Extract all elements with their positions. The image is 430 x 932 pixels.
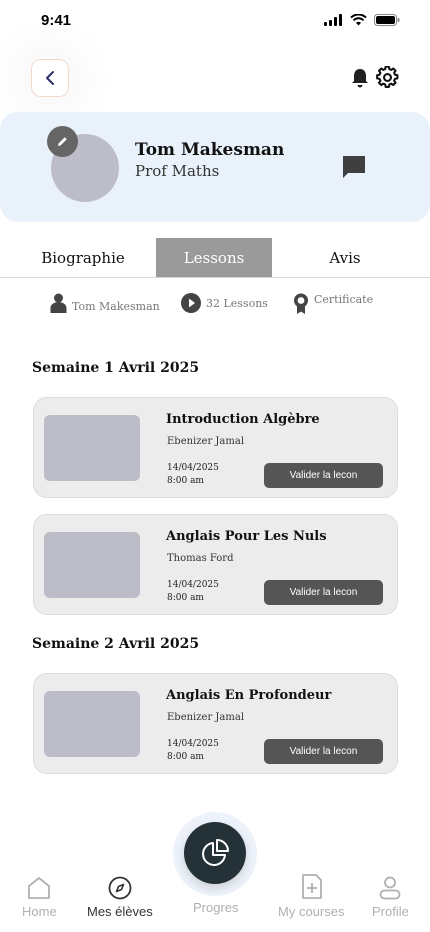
meta-certificate-label: Certificate [314,292,374,306]
home-icon [28,877,51,899]
meta-lessons-label: 32 Lessons [206,296,268,310]
lesson-datetime: 14/04/2025 8:00 am [167,579,219,605]
chevron-left-icon [46,71,54,85]
lesson-title: Introduction Algèbre [166,412,320,427]
status-time: 9:41 [41,12,72,29]
lesson-date: 14/04/2025 [167,739,219,749]
meta-lessons: 32 Lessons [181,293,268,313]
nav-mes-eleves-label: Mes élèves [87,904,153,919]
lesson-thumbnail [44,532,140,598]
lesson-thumbnail [44,415,140,481]
signal-icon [324,14,342,26]
nav-profile[interactable]: Profile [372,872,409,919]
lesson-title: Anglais En Profondeur [166,688,332,703]
meta-teacher: Tom Makesman [50,293,160,313]
lesson-time: 8:00 am [167,752,204,762]
lesson-date: 14/04/2025 [167,463,219,473]
profile-name: Tom Makesman [135,140,285,160]
compass-icon [108,876,132,900]
tab-bar: Biographie Lessons Avis [0,238,430,278]
back-button[interactable] [31,59,69,97]
lesson-time: 8:00 am [167,476,204,486]
gear-icon[interactable] [376,66,399,89]
validate-lesson-button[interactable]: Valider la lecon [264,463,383,488]
user-icon [380,876,401,900]
lesson-datetime: 14/04/2025 8:00 am [167,738,219,764]
lesson-thumbnail [44,691,140,757]
lesson-card[interactable]: Anglais Pour Les Nuls Thomas Ford 14/04/… [33,514,398,615]
bell-icon[interactable] [349,67,371,89]
nav-progres[interactable]: Progres [193,900,239,915]
pie-chart-icon [202,839,229,866]
nav-progres-label: Progres [193,900,239,915]
lesson-time: 8:00 am [167,593,204,603]
meta-teacher-label: Tom Makesman [72,299,160,313]
lesson-teacher: Ebenizer Jamal [167,712,245,723]
nav-mes-eleves[interactable]: Mes élèves [87,872,153,919]
meta-certificate: Certificate [293,293,373,315]
nav-my-courses[interactable]: My courses [278,872,344,919]
status-icons [324,14,400,26]
nav-my-courses-label: My courses [278,904,345,919]
tab-avis[interactable]: Avis [274,238,416,277]
play-circle-icon [181,293,201,313]
edit-avatar-button[interactable] [47,126,78,157]
nav-profile-label: Profile [372,904,409,919]
section-title: Semaine 2 Avril 2025 [32,636,200,652]
profile-role: Prof Maths [135,162,220,180]
section-title: Semaine 1 Avril 2025 [32,360,200,376]
nav-home-label: Home [22,904,57,919]
validate-lesson-button[interactable]: Valider la lecon [264,580,383,605]
user-icon [50,293,67,313]
lesson-teacher: Thomas Ford [167,553,234,564]
wifi-icon [350,14,367,26]
nav-home[interactable]: Home [22,872,57,919]
lesson-card[interactable]: Anglais En Profondeur Ebenizer Jamal 14/… [33,673,398,774]
lesson-title: Anglais Pour Les Nuls [166,529,327,544]
lesson-datetime: 14/04/2025 8:00 am [167,462,219,488]
progres-fab-button[interactable] [184,822,246,884]
certificate-icon [294,293,308,314]
pencil-icon [58,137,67,146]
lesson-teacher: Ebenizer Jamal [167,436,245,447]
status-bar: 9:41 [0,0,430,44]
tab-lessons[interactable]: Lessons [156,238,272,277]
add-course-icon [302,874,323,899]
lesson-card[interactable]: Introduction Algèbre Ebenizer Jamal 14/0… [33,397,398,498]
tab-biographie[interactable]: Biographie [12,238,154,277]
battery-icon [374,14,400,26]
validate-lesson-button[interactable]: Valider la lecon [264,739,383,764]
message-icon[interactable] [342,155,366,179]
lesson-date: 14/04/2025 [167,580,219,590]
